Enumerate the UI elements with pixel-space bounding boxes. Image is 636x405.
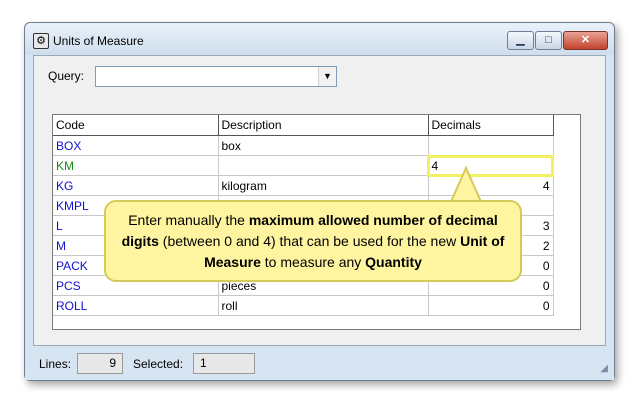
column-header-code[interactable]: Code bbox=[53, 115, 219, 136]
chevron-down-icon[interactable]: ▼ bbox=[318, 67, 336, 86]
resize-grip-icon[interactable]: ◢ bbox=[600, 363, 608, 374]
callout-text: to measure any bbox=[260, 254, 366, 270]
selected-count: 1 bbox=[193, 353, 255, 374]
table-row[interactable]: ROLL roll 0 bbox=[53, 295, 554, 316]
column-header-decimals[interactable]: Decimals bbox=[428, 115, 554, 136]
close-button[interactable]: ✕ bbox=[563, 31, 608, 50]
callout-text: (between 0 and 4) that can be used for t… bbox=[158, 233, 461, 249]
decimals-cell[interactable] bbox=[428, 135, 554, 156]
callout-text: Enter manually the bbox=[128, 212, 249, 228]
code-cell[interactable]: ROLL bbox=[53, 295, 219, 316]
hint-callout: Enter manually the maximum allowed numbe… bbox=[104, 200, 522, 282]
decimals-cell[interactable]: 4 bbox=[428, 175, 554, 196]
title-bar[interactable]: ⚙ Units of Measure ▁ □ ✕ bbox=[25, 23, 614, 55]
column-header-description[interactable]: Description bbox=[218, 115, 429, 136]
table-row[interactable]: KG kilogram 4 bbox=[53, 175, 554, 196]
minimize-button[interactable]: ▁ bbox=[507, 31, 534, 50]
header-row: Code Description Decimals bbox=[53, 115, 554, 136]
code-cell[interactable]: BOX bbox=[53, 135, 219, 156]
description-cell[interactable]: roll bbox=[218, 295, 429, 316]
selected-label: Selected: bbox=[133, 357, 184, 371]
decimals-cell[interactable]: 0 bbox=[428, 295, 554, 316]
vertical-scrollbar[interactable]: ▲ ▼ bbox=[580, 115, 581, 329]
table-row[interactable]: BOX box bbox=[53, 135, 554, 156]
code-cell[interactable]: KG bbox=[53, 175, 219, 196]
status-bar: Lines: 9 Selected: 1 ◢ bbox=[25, 348, 614, 380]
maximize-button[interactable]: □ bbox=[535, 31, 562, 50]
callout-bold-text: Quantity bbox=[365, 254, 422, 270]
description-cell[interactable] bbox=[218, 155, 429, 176]
query-dropdown[interactable]: ▼ bbox=[95, 66, 337, 87]
code-cell[interactable]: KM bbox=[53, 155, 219, 176]
description-cell[interactable]: box bbox=[218, 135, 429, 156]
decimals-edit-field[interactable]: 4 bbox=[427, 154, 554, 177]
query-label: Query: bbox=[48, 69, 85, 83]
description-cell[interactable]: kilogram bbox=[218, 175, 429, 196]
window-title: Units of Measure bbox=[53, 34, 144, 48]
table-row-new[interactable]: KM 4 bbox=[53, 154, 554, 177]
lines-count: 9 bbox=[77, 353, 123, 374]
gear-icon: ⚙ bbox=[33, 33, 49, 49]
lines-label: Lines: bbox=[39, 357, 72, 371]
